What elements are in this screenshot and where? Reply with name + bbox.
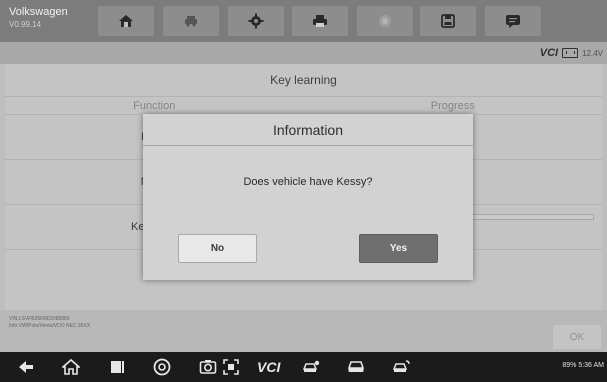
car-icon <box>347 361 365 372</box>
vehicle-button[interactable] <box>347 358 365 376</box>
vehicle-swap-icon <box>185 16 197 27</box>
gear-icon <box>248 13 264 29</box>
chrome-icon <box>153 358 171 376</box>
yes-button[interactable]: Yes <box>359 234 438 263</box>
home-nav-icon <box>62 358 80 375</box>
vci-manager-button[interactable]: VCI <box>257 359 280 375</box>
dialog-message: Does vehicle have Kessy? <box>243 176 373 188</box>
recents-button[interactable] <box>108 358 126 376</box>
home-icon <box>119 15 133 27</box>
top-toolbar: Volkswagen V0.99.14 <box>0 0 607 42</box>
app-name: Volkswagen <box>9 6 68 18</box>
app-version: V0.99.14 <box>9 20 42 29</box>
dialog-title: Information <box>143 114 473 146</box>
system-status: 89% 5:36 AM <box>562 362 604 369</box>
home-nav-button[interactable] <box>62 358 80 376</box>
camera-button[interactable] <box>199 358 217 376</box>
screen-capture-button[interactable] <box>222 358 240 376</box>
back-button[interactable] <box>17 358 35 376</box>
home-button[interactable] <box>98 6 154 36</box>
chat-button[interactable] <box>485 6 541 36</box>
vehicle-service-button[interactable] <box>302 358 320 376</box>
chrome-button[interactable] <box>153 358 171 376</box>
record-icon <box>379 15 391 27</box>
screen-capture-icon <box>223 359 239 375</box>
recents-icon <box>111 361 124 373</box>
chat-icon <box>506 15 520 28</box>
camera-icon <box>199 360 217 374</box>
car-service-icon <box>302 360 320 372</box>
information-dialog: Information Does vehicle have Kessy? No … <box>143 114 473 280</box>
save-button[interactable] <box>420 6 476 36</box>
settings-button[interactable] <box>228 6 284 36</box>
save-icon <box>441 14 455 28</box>
back-icon <box>19 361 33 373</box>
car-remote-icon <box>393 360 410 372</box>
system-navigation-bar: VCI 89% 5:36 AM <box>0 352 607 382</box>
record-button[interactable] <box>357 6 413 36</box>
print-icon <box>313 15 327 27</box>
no-button[interactable]: No <box>178 234 257 263</box>
app-brand: Volkswagen V0.99.14 <box>0 0 83 42</box>
remote-expert-button[interactable] <box>393 358 411 376</box>
print-button[interactable] <box>292 6 348 36</box>
vehicle-swap-button[interactable] <box>163 6 219 36</box>
